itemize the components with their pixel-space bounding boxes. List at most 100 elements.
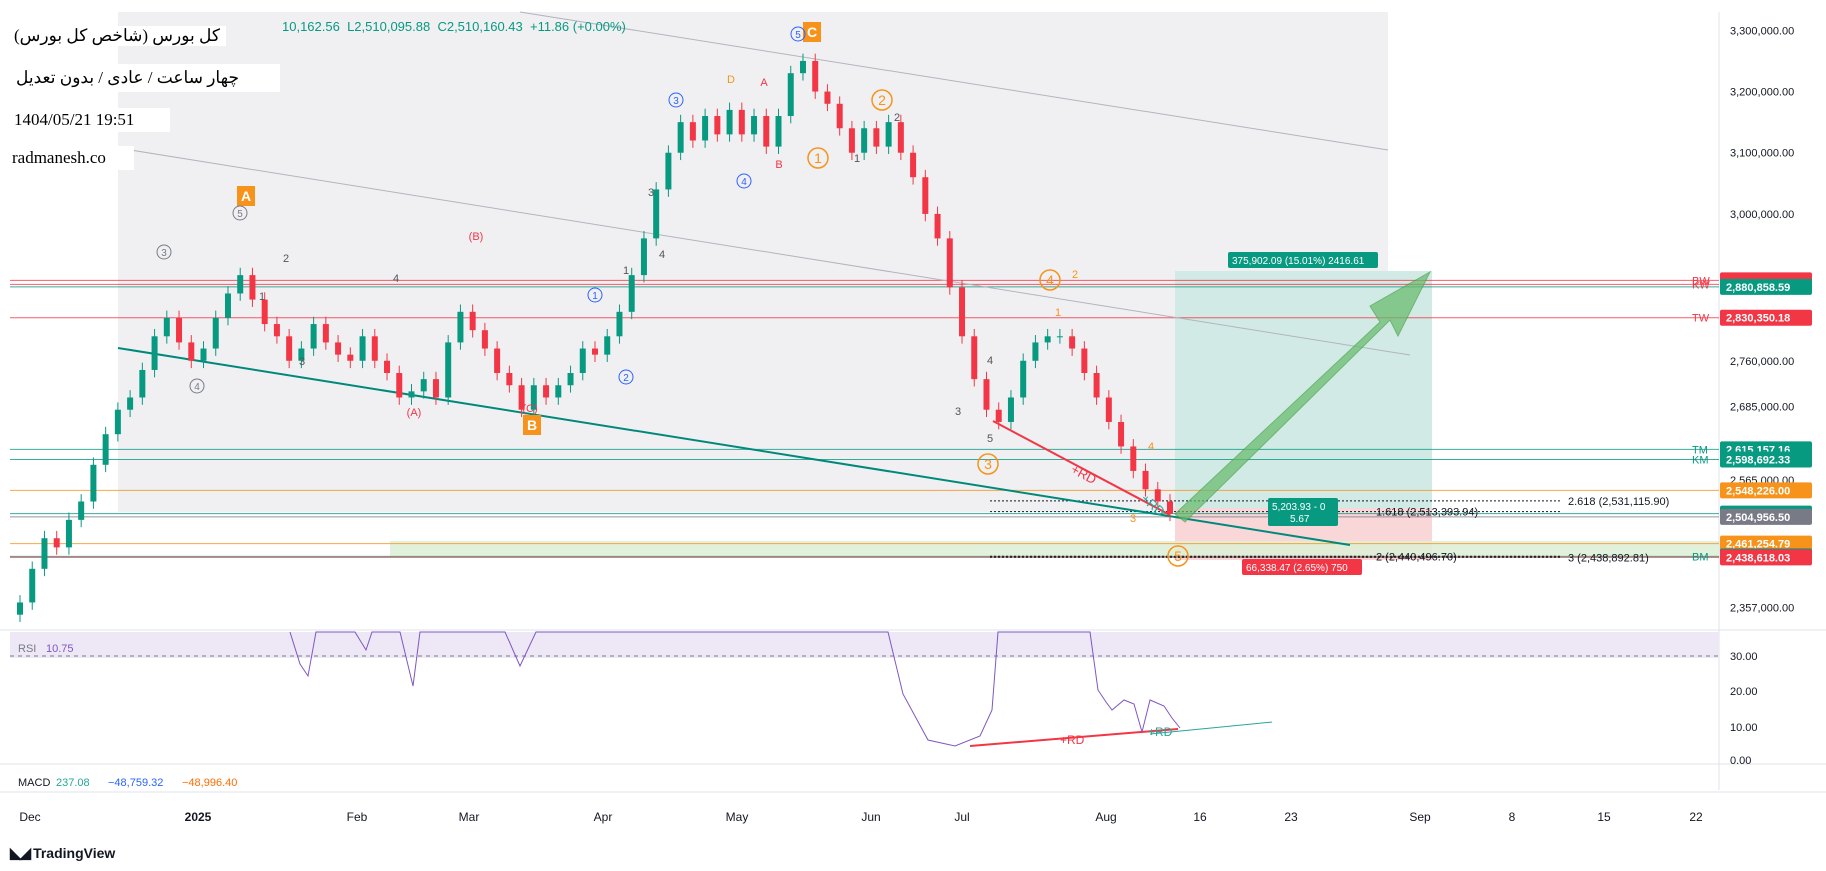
wave-tag-label: C <box>807 24 817 40</box>
macd-line-value: −48,759.32 <box>108 777 163 789</box>
wave-circle-label: 2 <box>878 92 886 108</box>
price-tick-label: 2,357,000.00 <box>1730 602 1794 614</box>
candle-body <box>261 299 268 325</box>
wave-number: 1 <box>1055 307 1061 319</box>
wave-circle-gray-label: 3 <box>161 248 167 259</box>
candle-body <box>910 152 917 178</box>
candle-body <box>995 409 1002 422</box>
candle-body <box>139 369 146 398</box>
tradingview-text: TradingView <box>33 845 116 861</box>
price-label-text: 2,598,692.33 <box>1726 454 1790 466</box>
candle-body <box>543 385 550 398</box>
candle-body <box>775 116 782 147</box>
candle-body <box>494 348 501 374</box>
wave-number: 4 <box>393 273 399 285</box>
time-tick-label: 16 <box>1193 810 1207 824</box>
wave-number: 3 <box>955 406 961 418</box>
entry-text: 5,203.93 - 0 <box>1272 502 1326 513</box>
chart-canvas[interactable]: 2.618 (2,531,115.90) 1.618 (2,513,393.94)… <box>0 0 1826 871</box>
wave-number: 2 <box>283 253 289 265</box>
candle-body <box>445 342 452 398</box>
candle-body <box>604 336 611 355</box>
candle-body <box>1007 397 1014 422</box>
wave-circle-small-label: 4 <box>741 177 747 188</box>
candle-body <box>861 128 868 153</box>
wave-label: B <box>775 159 782 171</box>
target-text: 375,902.09 (15.01%) 2416.61 <box>1232 256 1365 267</box>
candle-body <box>738 109 745 135</box>
candle-body <box>1093 373 1100 398</box>
wave-number: 2 <box>894 112 900 124</box>
wave-circle-gray-label: 5 <box>237 209 243 220</box>
candle-body <box>628 275 635 312</box>
candle-body <box>102 434 109 465</box>
time-tick-label: Sep <box>1409 810 1431 824</box>
tradingview-logo[interactable]: ◣◢ TradingView <box>10 844 115 862</box>
candle-body <box>763 116 770 147</box>
rsi-tick-label: 10.00 <box>1730 722 1758 734</box>
wave-circle-label: 1 <box>814 150 822 166</box>
candle-body <box>359 336 366 361</box>
wave-circle-label: 4 <box>1046 272 1054 288</box>
rsi-pane[interactable]: RSI 10.75 30.00 20.00 10.00 0.00 +RD +RD <box>10 631 1758 767</box>
time-tick-label: Jun <box>861 810 880 824</box>
candle-body <box>335 342 342 355</box>
candle-body <box>151 336 158 370</box>
candle-body <box>799 60 806 74</box>
price-axis[interactable]: 3,300,000.00 3,200,000.00 3,100,000.00 3,00… <box>1692 25 1812 614</box>
candle-body <box>1118 421 1125 447</box>
time-tick-label: Feb <box>347 810 368 824</box>
candle-body <box>640 238 647 276</box>
level-tag: KW <box>1692 279 1710 291</box>
candle-body <box>616 311 623 337</box>
candle-body <box>237 275 244 294</box>
candle-body <box>384 360 391 374</box>
price-label-text: 2,504,956.50 <box>1726 512 1790 524</box>
candle-body <box>310 324 317 349</box>
wave-tag-label: A <box>241 188 251 204</box>
macd-pane[interactable]: MACD 237.08 −48,759.32 −48,996.40 <box>18 777 237 789</box>
wave-number: 4 <box>987 355 993 367</box>
wave-circle-label: 3 <box>984 456 992 472</box>
candle-body <box>751 116 758 135</box>
candle-body <box>824 91 831 104</box>
wave-label: (A) <box>407 407 422 419</box>
candle-body <box>714 116 721 135</box>
candle-body <box>1020 360 1027 398</box>
ohlc-close: C2,510,160.43 <box>437 19 523 34</box>
time-tick-label: Aug <box>1095 810 1116 824</box>
wave-circle-small-label: 3 <box>673 96 679 107</box>
ohlc-low: L2,510,095.88 <box>347 19 431 34</box>
fib-label: 1.618 (2,513,393.94) <box>1376 507 1478 519</box>
candle-body <box>971 336 978 380</box>
candle-body <box>934 213 941 239</box>
candle-body <box>653 189 660 239</box>
price-label-text: 2,438,618.03 <box>1726 552 1790 564</box>
fib-label: 2 (2,440,496.70) <box>1376 551 1457 563</box>
candle-body <box>1142 470 1149 490</box>
overlay-site: radmanesh.co <box>8 146 134 170</box>
candle-body <box>371 336 378 361</box>
time-axis[interactable]: Dec 2025 Feb Mar Apr May Jun Jul Aug 16 23 Sep 8 15 22 <box>19 810 1703 824</box>
time-tick-label: 23 <box>1284 810 1298 824</box>
tradingview-icon: ◣◢ <box>10 845 31 862</box>
level-tag: TW <box>1692 313 1710 325</box>
price-tick-label: 3,000,000.00 <box>1730 209 1794 221</box>
wave-number: 1 <box>259 291 265 303</box>
wave-circle-small-label: 5 <box>795 30 801 41</box>
candle-body <box>983 379 990 410</box>
candle-body <box>53 538 60 548</box>
candle-body <box>408 391 415 398</box>
wave-number: 4 <box>1148 441 1154 453</box>
overlay-title: کل بورس (شاخص کل بورس) <box>8 26 226 46</box>
candle-body <box>873 128 880 147</box>
price-tick-label: 3,200,000.00 <box>1730 87 1794 99</box>
candle-body <box>506 373 513 386</box>
wave-number: 3 <box>299 356 305 368</box>
price-tick-label: 2,760,000.00 <box>1730 356 1794 368</box>
wave-label: (C) <box>522 403 537 415</box>
candle-body <box>114 409 121 435</box>
candle-body <box>432 379 439 398</box>
time-tick-label: 15 <box>1597 810 1611 824</box>
candle-body <box>677 122 684 153</box>
